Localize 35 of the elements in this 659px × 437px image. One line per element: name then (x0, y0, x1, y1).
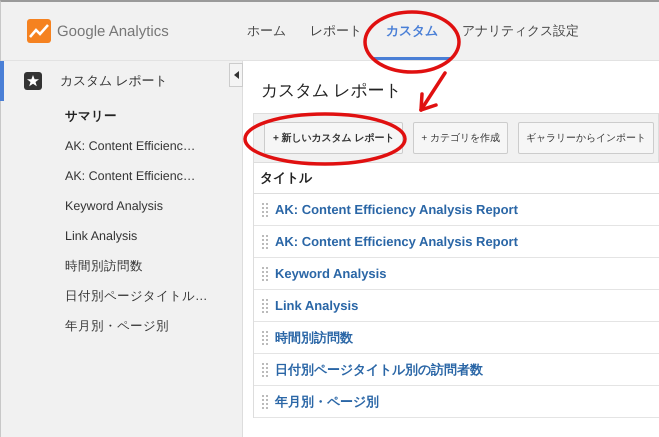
report-link[interactable]: Link Analysis (275, 298, 358, 313)
drag-handle-icon (262, 202, 268, 216)
toolbar-button[interactable]: + 新しいカスタム レポート (264, 122, 404, 154)
drag-handle-icon (262, 362, 268, 376)
drag-handle-icon (262, 298, 268, 312)
drag-handle-icon (262, 234, 268, 248)
toolbar-button[interactable]: + カテゴリを作成 (413, 122, 508, 154)
report-link[interactable]: AK: Content Efficiency Analysis Report (275, 202, 518, 217)
caret-icon (234, 71, 238, 79)
nav-tab[interactable]: レポート (298, 5, 374, 60)
report-link[interactable]: 時間別訪問数 (275, 328, 353, 346)
nav-tab[interactable]: ホーム (235, 5, 298, 60)
sidebar-section[interactable]: カスタム レポート (60, 72, 168, 90)
sidebar-item[interactable]: サマリー (1, 101, 242, 131)
sidebar-item[interactable]: Link Analysis (1, 221, 242, 251)
sidebar-item[interactable]: 年月別・ページ別 (1, 311, 242, 341)
sidebar-item[interactable]: AK: Content Efficienc… (1, 131, 242, 161)
logo-text: Google Analytics (57, 22, 169, 40)
drag-handle-icon (262, 394, 268, 408)
sidebar-item[interactable]: 時間別訪問数 (1, 251, 242, 281)
drag-handle-icon (262, 266, 268, 280)
collapse-button[interactable] (229, 63, 243, 87)
report-link[interactable]: 日付別ページタイトル別の訪問者数 (275, 360, 483, 378)
report-link[interactable]: Keyword Analysis (275, 266, 387, 281)
sidebar-item[interactable]: AK: Content Efficienc… (1, 161, 242, 191)
toolbar-button[interactable]: ギャラリーからインポート (518, 122, 654, 154)
sidebar-item[interactable]: 日付別ページタイトル… (1, 281, 242, 311)
sidebar-item[interactable]: Keyword Analysis (1, 191, 242, 221)
logo-icon (27, 19, 51, 43)
drag-handle-icon (262, 330, 268, 344)
report-link[interactable]: AK: Content Efficiency Analysis Report (275, 234, 518, 249)
page-title: カスタム レポート (261, 80, 402, 102)
report-link[interactable]: 年月別・ページ別 (275, 392, 379, 410)
column-header: タイトル (254, 163, 659, 194)
nav-tab[interactable]: アナリティクス設定 (450, 5, 591, 60)
